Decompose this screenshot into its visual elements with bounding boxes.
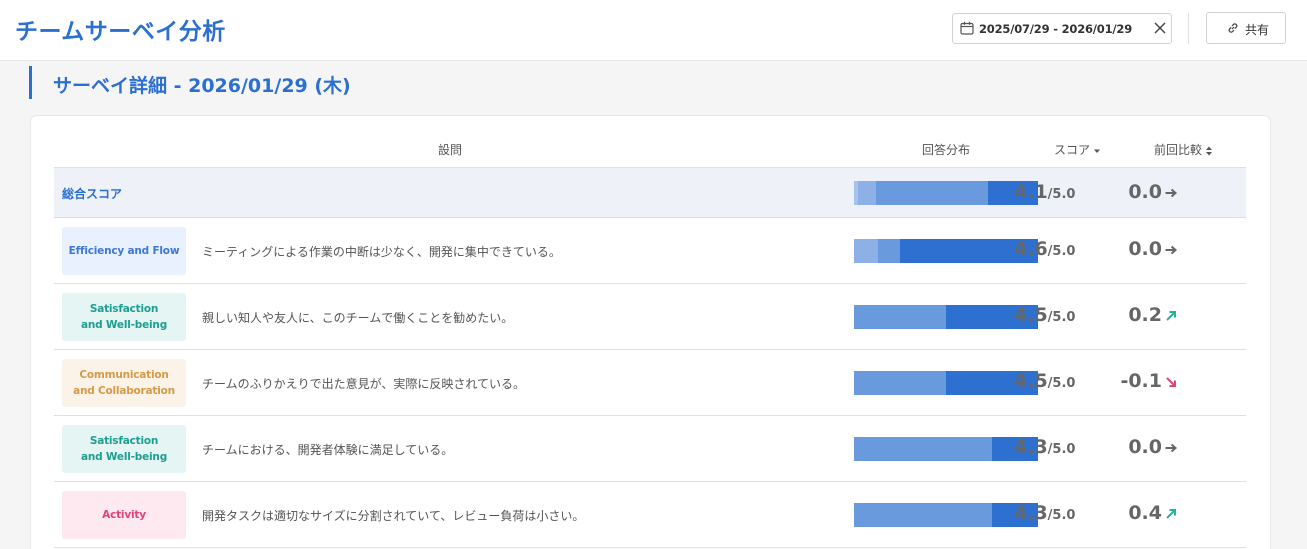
sort-icon [1206, 146, 1213, 155]
score-number: 4.6 [1014, 238, 1048, 260]
sort-desc-icon [1094, 149, 1101, 153]
answer-distribution-bar [854, 437, 1038, 461]
distribution-segment [854, 371, 946, 395]
link-icon [1228, 23, 1238, 33]
distribution-segment [876, 181, 989, 205]
distribution-segment [854, 305, 946, 329]
score-number: 4.3 [1014, 502, 1048, 524]
column-header-compare-label: 前回比較 [1154, 143, 1203, 157]
compare-value: 0.0 [1082, 238, 1178, 260]
question-text: 開発タスクは適切なサイズに分割されていて、レビュー負荷は小さい。 [202, 509, 585, 523]
score-max: /5.0 [1047, 508, 1076, 523]
answer-distribution-bar [854, 239, 1038, 263]
column-header-distribution: 回答分布 [922, 143, 971, 157]
trend-flat-arrow-icon [1165, 443, 1178, 452]
category-tag: Satisfaction and Well-being [62, 425, 186, 473]
trend-up-arrow-icon [1166, 310, 1176, 321]
column-header-score-label: スコア [1054, 143, 1091, 157]
question-text: チームにおける、開発者体験に満足している。 [202, 443, 454, 457]
compare-number: -0.1 [1120, 370, 1162, 392]
question-text: チームのふりかえりで出た意見が、実際に反映されている。 [202, 377, 526, 391]
trend-flat-arrow-icon [1165, 245, 1178, 254]
top-bar: チームサーベイ分析 2025/07/29 - 2026/01/29 共有 [0, 0, 1307, 61]
compare-number: 0.0 [1128, 436, 1162, 458]
compare-number: 0.4 [1128, 502, 1162, 524]
column-header-score[interactable]: スコア [1054, 141, 1101, 158]
date-range-picker[interactable]: 2025/07/29 - 2026/01/29 [952, 13, 1172, 44]
distribution-segment [854, 239, 878, 263]
distribution-segment [877, 239, 900, 263]
compare-number: 0.2 [1128, 304, 1162, 326]
column-header-question: 設問 [438, 143, 463, 157]
share-button[interactable]: 共有 [1206, 12, 1286, 44]
category-tag: Activity [62, 491, 186, 539]
distribution-segment [854, 503, 992, 527]
header-divider [1188, 13, 1189, 44]
score-max: /5.0 [1047, 376, 1076, 391]
compare-value: 0.0 [1082, 436, 1178, 458]
section-title: サーベイ詳細 - 2026/01/29 (木) [53, 75, 351, 97]
compare-number: 0.0 [1128, 238, 1162, 260]
compare-value: 0.4 [1082, 502, 1178, 524]
question-text: ミーティングによる作業の中断は少なく、開発に集中できている。 [202, 245, 561, 259]
score-max: /5.0 [1047, 244, 1076, 259]
close-icon[interactable] [1151, 19, 1169, 37]
trend-up-arrow-icon [1166, 508, 1176, 519]
trend-down-arrow-icon [1166, 376, 1176, 387]
answer-distribution-bar [854, 503, 1038, 527]
score-number: 4.3 [1014, 436, 1048, 458]
distribution-segment [857, 181, 877, 205]
compare-value: 0.2 [1082, 304, 1178, 326]
category-tag: Satisfaction and Well-being [62, 293, 186, 341]
compare-value: 0.0 [1082, 181, 1178, 203]
trend-flat-arrow-icon [1165, 188, 1178, 197]
score-max: /5.0 [1047, 310, 1076, 325]
page-title: チームサーベイ分析 [15, 19, 226, 45]
score-number: 4.5 [1014, 370, 1048, 392]
share-label: 共有 [1245, 23, 1270, 37]
score-max: /5.0 [1047, 187, 1076, 202]
distribution-segment [854, 437, 992, 461]
score-number: 4.5 [1014, 304, 1048, 326]
column-header-compare[interactable]: 前回比較 [1154, 141, 1213, 158]
compare-number: 0.0 [1128, 181, 1162, 203]
category-tag: Efficiency and Flow [62, 227, 186, 275]
total-score-label: 総合スコア [62, 187, 123, 201]
score-number: 4.1 [1014, 181, 1048, 203]
answer-distribution-bar [854, 181, 1038, 205]
question-text: 親しい知人や友人に、このチームで働くことを勧めたい。 [202, 311, 514, 325]
date-range-value: 2025/07/29 - 2026/01/29 [979, 22, 1133, 36]
compare-value: -0.1 [1082, 370, 1178, 392]
calendar-icon [960, 21, 974, 35]
section-accent-bar [29, 66, 32, 99]
answer-distribution-bar [854, 371, 1038, 395]
score-max: /5.0 [1047, 442, 1076, 457]
category-tag: Communication and Collaboration [62, 359, 186, 407]
answer-distribution-bar [854, 305, 1038, 329]
